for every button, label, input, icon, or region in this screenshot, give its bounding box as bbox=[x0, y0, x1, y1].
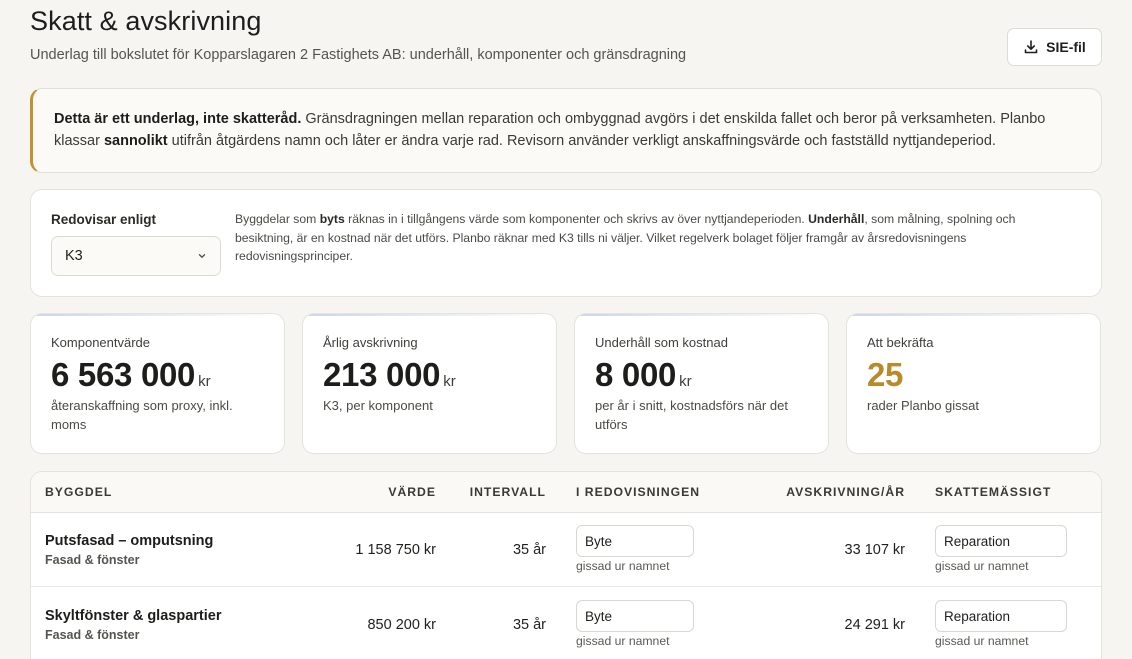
row-interval: 35 år bbox=[512, 617, 546, 633]
notice-strong-intro: Detta är ett underlag, inte skatteråd. bbox=[54, 111, 302, 127]
framework-selected-value: K3 bbox=[65, 248, 83, 264]
kpi-number: 25 bbox=[867, 356, 904, 393]
kpi-caption: K3, per komponent bbox=[323, 398, 433, 413]
accounting-guess-hint: gissad ur namnet bbox=[576, 559, 670, 573]
page-subtitle: Underlag till bokslutet för Kopparslagar… bbox=[30, 47, 687, 63]
table-row: Putsfasad – omputsning Fasad & fönster 1… bbox=[31, 513, 1101, 587]
kpi-card-maintenance-cost: Underhåll som kostnad 8 000 kr per år i s… bbox=[574, 313, 829, 454]
row-value: 1 158 750 kr bbox=[355, 542, 436, 558]
row-part-name: Skyltfönster & glaspartier bbox=[45, 608, 222, 624]
row-interval: 35 år bbox=[512, 542, 546, 558]
kpi-caption: per år i snitt, kostnadsförs när det utf… bbox=[595, 398, 788, 432]
kpi-card-component-value: Komponentvärde 6 563 000 kr återanskaffni… bbox=[30, 313, 285, 454]
row-value: 850 200 kr bbox=[367, 617, 436, 633]
kpi-label: Underhåll som kostnad bbox=[595, 335, 728, 350]
framework-description: Byggdelar som byts räknas in i tillgånge… bbox=[235, 210, 1065, 266]
tax-treatment-field[interactable]: Reparation bbox=[935, 600, 1067, 632]
column-header-tax[interactable]: SKATTEMÄSSIGT bbox=[935, 485, 1051, 499]
accounting-treatment-field[interactable]: Byte bbox=[576, 525, 694, 557]
sie-export-label: SIE-fil bbox=[1046, 39, 1086, 55]
accounting-guess-hint: gissad ur namnet bbox=[576, 634, 670, 648]
kpi-unit: kr bbox=[198, 373, 211, 390]
kpi-label: Komponentvärde bbox=[51, 335, 151, 350]
kpi-caption: återanskaffning som proxy, inkl. moms bbox=[51, 398, 233, 432]
column-header-interval[interactable]: INTERVALL bbox=[470, 485, 546, 499]
column-header-part[interactable]: BYGGDEL bbox=[45, 485, 112, 499]
framework-desc-strong-2: Underhåll bbox=[808, 212, 865, 226]
framework-select[interactable]: K3 bbox=[51, 236, 221, 276]
kpi-label: Årlig avskrivning bbox=[323, 335, 418, 350]
kpi-number: 213 000 bbox=[323, 356, 441, 393]
framework-desc-strong-1: byts bbox=[319, 212, 345, 226]
row-category: Fasad & fönster bbox=[45, 628, 140, 642]
framework-desc-2: räknas in i tillgångens värde som kompon… bbox=[344, 212, 809, 226]
notice-text-2: utifrån åtgärdens namn och låter er ändr… bbox=[167, 133, 996, 149]
column-header-accounting[interactable]: I REDOVISNINGEN bbox=[576, 485, 700, 499]
row-category: Fasad & fönster bbox=[45, 553, 140, 567]
framework-desc-1: Byggdelar som bbox=[235, 212, 320, 226]
kpi-card-to-confirm: Att bekräfta 25 rader Planbo gissat bbox=[846, 313, 1101, 454]
disclaimer-notice: Detta är ett underlag, inte skatteråd. G… bbox=[30, 88, 1102, 173]
row-part-name: Putsfasad – omputsning bbox=[45, 533, 214, 549]
kpi-unit: kr bbox=[443, 373, 456, 390]
accounting-treatment-field[interactable]: Byte bbox=[576, 600, 694, 632]
download-icon bbox=[1024, 40, 1038, 54]
chevron-down-icon bbox=[198, 254, 206, 258]
table-row: Skyltfönster & glaspartier Fasad & fönst… bbox=[31, 588, 1101, 659]
kpi-label: Att bekräfta bbox=[867, 335, 934, 350]
notice-strong-word: sannolikt bbox=[103, 133, 168, 149]
tax-guess-hint: gissad ur namnet bbox=[935, 634, 1029, 648]
framework-card: Redovisar enligt K3 Byggdelar som byts r… bbox=[30, 189, 1102, 297]
column-header-depreciation[interactable]: AVSKRIVNING/ÅR bbox=[786, 485, 905, 499]
kpi-number: 6 563 000 bbox=[51, 356, 196, 393]
page-title: Skatt & avskrivning bbox=[30, 6, 262, 36]
table-header: BYGGDEL VÄRDE INTERVALL I REDOVISNINGEN … bbox=[31, 472, 1101, 513]
tax-guess-hint: gissad ur namnet bbox=[935, 559, 1029, 573]
components-table: BYGGDEL VÄRDE INTERVALL I REDOVISNINGEN … bbox=[30, 471, 1102, 659]
kpi-number: 8 000 bbox=[595, 356, 677, 393]
tax-treatment-field[interactable]: Reparation bbox=[935, 525, 1067, 557]
framework-label: Redovisar enligt bbox=[51, 212, 157, 227]
sie-export-button[interactable]: SIE-fil bbox=[1007, 28, 1102, 66]
row-depreciation: 24 291 kr bbox=[844, 617, 905, 633]
column-header-value[interactable]: VÄRDE bbox=[388, 485, 436, 499]
kpi-unit: kr bbox=[679, 373, 692, 390]
kpi-card-annual-depreciation: Årlig avskrivning 213 000 kr K3, per komp… bbox=[302, 313, 557, 454]
kpi-caption: rader Planbo gissat bbox=[867, 398, 980, 413]
row-depreciation: 33 107 kr bbox=[844, 542, 905, 558]
